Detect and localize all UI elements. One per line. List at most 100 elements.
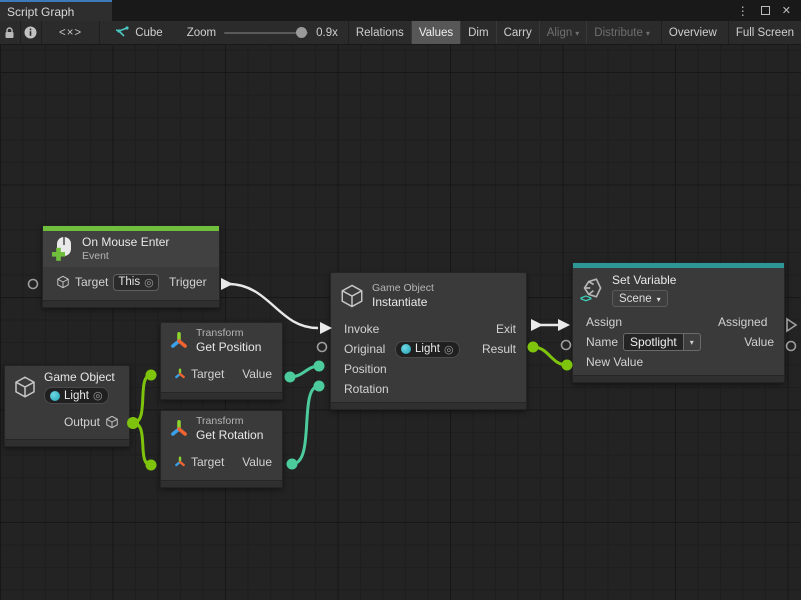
wire-output-to-getrotation-target[interactable]	[133, 423, 151, 465]
object-field[interactable]: Light ◎	[44, 387, 109, 404]
node-header: <> Set Variable Scene ▾	[573, 268, 784, 312]
getposition-value-port[interactable]	[285, 372, 296, 383]
instantiate-rotation-port[interactable]	[314, 381, 325, 392]
target-value-field[interactable]: This ◎	[113, 274, 158, 291]
graph-canvas[interactable]: On Mouse Enter Event Target This ◎ Trigg…	[0, 45, 801, 600]
getrotation-value-port[interactable]	[287, 459, 298, 470]
trigger-port[interactable]	[221, 278, 233, 290]
node-get-position[interactable]: Transform Get Position Target Value	[160, 322, 283, 400]
close-icon[interactable]: ✕	[782, 4, 791, 17]
dim-button[interactable]: Dim	[460, 21, 495, 44]
cube-icon	[56, 275, 70, 289]
node-title: On Mouse Enter	[82, 235, 169, 250]
node-title: Game Object	[44, 370, 124, 385]
variable-scope-dropdown[interactable]: Scene ▾	[612, 290, 668, 307]
align-button[interactable]: Align ▾	[539, 21, 587, 44]
new-value-port[interactable]	[562, 360, 573, 371]
node-header: On Mouse Enter Event	[43, 231, 219, 267]
relations-label: Relations	[356, 27, 404, 39]
full-screen-button[interactable]: Full Screen	[728, 21, 801, 44]
object-value: Light	[64, 390, 89, 402]
port-row-assign: Assign Assigned	[573, 312, 784, 332]
variable-name-dropdown[interactable]: Spotlight ▾	[623, 333, 701, 351]
zoom-slider[interactable]	[224, 32, 308, 34]
object-picker-icon[interactable]: ◎	[444, 343, 454, 356]
object-picker-icon[interactable]: ◎	[93, 389, 103, 402]
name-port-label: Name	[586, 335, 618, 349]
assign-port[interactable]	[558, 319, 570, 331]
transform-icon	[169, 331, 189, 351]
rotation-port-label: Rotation	[344, 382, 396, 396]
assigned-port[interactable]	[787, 319, 796, 331]
instantiate-position-port[interactable]	[314, 361, 325, 372]
graph-name: Cube	[135, 27, 163, 39]
overview-button[interactable]: Overview	[661, 21, 724, 44]
invoke-port-label: Invoke	[344, 322, 386, 336]
dim-label: Dim	[468, 27, 488, 39]
assigned-port-label: Assigned	[718, 315, 774, 329]
window-menu-icon[interactable]: ⋮	[737, 4, 749, 18]
node-footer	[5, 439, 129, 446]
full-screen-label: Full Screen	[736, 27, 794, 39]
scene-variable-icon: <>	[581, 277, 605, 303]
node-header: Game Object Light ◎	[5, 366, 129, 408]
node-footer	[573, 375, 784, 382]
values-label: Values	[419, 27, 453, 39]
maximize-icon[interactable]	[761, 6, 770, 15]
node-get-rotation[interactable]: Transform Get Rotation Target Value	[160, 410, 283, 488]
cube-icon	[13, 375, 37, 399]
name-port[interactable]	[562, 341, 571, 350]
cube-icon	[339, 283, 365, 309]
port-row-original: Original Light ◎ Result	[331, 339, 526, 359]
carry-label: Carry	[504, 27, 532, 39]
getposition-target-port[interactable]	[146, 370, 157, 381]
node-header: Transform Get Rotation	[161, 411, 282, 447]
result-port[interactable]	[528, 342, 539, 353]
node-title: Instantiate	[372, 295, 434, 310]
lock-button[interactable]	[0, 21, 21, 44]
lock-icon	[4, 27, 15, 39]
relations-button[interactable]: Relations	[348, 21, 411, 44]
node-footer	[161, 392, 282, 399]
zoom-slider-handle[interactable]	[296, 27, 307, 38]
getrotation-target-port[interactable]	[146, 460, 157, 471]
trigger-port-label: Trigger	[169, 275, 209, 289]
node-header: Transform Get Position	[161, 323, 282, 359]
info-button[interactable]	[21, 21, 42, 44]
distribute-button[interactable]: Distribute ▾	[586, 21, 657, 44]
original-value: Light	[415, 343, 440, 355]
node-on-mouse-enter[interactable]: On Mouse Enter Event Target This ◎ Trigg…	[42, 225, 220, 308]
tab-script-graph[interactable]: Script Graph	[0, 0, 112, 21]
zoom-value: 0.9x	[316, 27, 338, 39]
graph-breadcrumb[interactable]: Cube	[100, 21, 177, 44]
wire-rotation-value-to-instantiate[interactable]	[292, 386, 319, 464]
node-game-object[interactable]: Game Object Light ◎ Output	[4, 365, 130, 447]
zoom-control: Zoom 0.9x	[177, 21, 348, 44]
node-title: Get Position	[196, 340, 278, 355]
tab-title: Script Graph	[7, 5, 74, 19]
node-footer	[43, 300, 219, 307]
transform-icon	[174, 368, 186, 380]
carry-button[interactable]: Carry	[496, 21, 539, 44]
on-mouse-enter-target-port[interactable]	[29, 280, 38, 289]
wire-output-to-getposition-target[interactable]	[133, 375, 151, 423]
cube-icon	[105, 415, 119, 429]
node-instantiate[interactable]: Game Object Instantiate Invoke Exit Orig…	[330, 272, 527, 410]
object-picker-icon[interactable]: ◎	[144, 276, 154, 289]
values-button[interactable]: Values	[411, 21, 460, 44]
value-port-label: Value	[242, 367, 272, 381]
node-set-variable[interactable]: <> Set Variable Scene ▾ Assign Assigned …	[572, 262, 785, 383]
transform-icon	[174, 456, 186, 468]
original-port[interactable]	[318, 343, 327, 352]
exit-port[interactable]	[531, 319, 543, 331]
graph-icon	[114, 26, 129, 39]
wire-result-to-new-value[interactable]	[533, 347, 567, 365]
graph-toolbar: <×> Cube Zoom 0.9x Relations Values Dim …	[0, 21, 801, 45]
value-port[interactable]	[787, 342, 796, 351]
wire-position-value-to-instantiate[interactable]	[290, 366, 319, 377]
code-view-toggle[interactable]: <×>	[42, 21, 100, 44]
target-port-label: Target	[191, 455, 224, 469]
node-title: Get Rotation	[196, 428, 278, 443]
port-row: Output	[5, 408, 129, 436]
original-object-field[interactable]: Light ◎	[395, 341, 460, 358]
